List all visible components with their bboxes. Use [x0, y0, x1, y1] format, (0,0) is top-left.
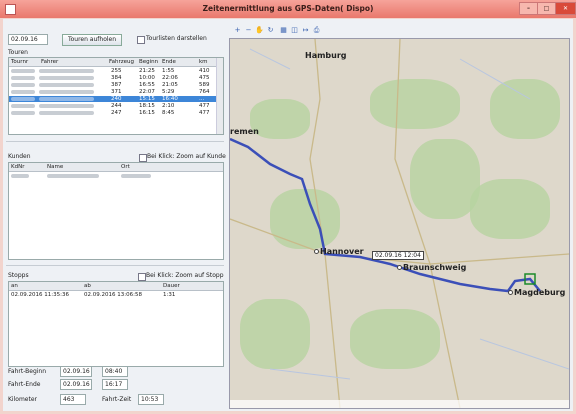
col-tournr[interactable]: Tournr [11, 59, 28, 65]
col-kdnr[interactable]: KdNr [11, 164, 24, 170]
map-status-bar [230, 400, 569, 408]
city-magdeburg[interactable]: Magdeburg [508, 288, 565, 297]
table-row[interactable]: 255 21:25 1:55 410 [9, 68, 223, 74]
table-row-selected[interactable]: 240 15:15 16:40... [9, 96, 223, 102]
table-row[interactable] [9, 173, 223, 179]
kilometer-value[interactable]: 463 [60, 394, 86, 405]
zoom-out-icon[interactable]: − [244, 26, 253, 35]
table-row[interactable]: 371 22:07 5:29 764 [9, 89, 223, 95]
minimize-button[interactable]: – [519, 2, 538, 15]
layers-icon[interactable]: ◫ [290, 26, 299, 35]
close-button[interactable]: ✕ [555, 2, 576, 15]
map-toolbar: + − ✋ ↻ ▦ ◫ ↦ ⎙ [229, 26, 568, 37]
tours-scrollbar[interactable] [216, 58, 223, 134]
zoom-in-icon[interactable]: + [233, 26, 242, 35]
window-title: Zeitenermittlung aus GPS-Daten( Dispo) [202, 4, 374, 13]
col-an[interactable]: an [11, 283, 18, 289]
grid-icon[interactable]: ▦ [279, 26, 288, 35]
ruler-icon[interactable]: ↦ [301, 26, 310, 35]
load-tours-button[interactable]: Touren aufholen [62, 34, 122, 46]
customers-section-label: Kunden [8, 153, 31, 160]
print-icon[interactable]: ⎙ [312, 26, 321, 35]
position-callout: 02.09.16 12:04 [372, 251, 424, 260]
trip-start-label: Fahrt-Beginn [8, 368, 47, 375]
col-fahrzeug[interactable]: Fahrzeug [109, 59, 134, 65]
city-hannover[interactable]: Hannover [314, 247, 364, 256]
table-row[interactable]: 387 16:55 21:05 589 [9, 82, 223, 88]
tours-table: Tournr Fahrer Fahrzeug Beginn Ende km 25… [8, 57, 224, 135]
col-ort[interactable]: Ort [121, 164, 130, 170]
table-row[interactable]: 244 18:15 2:10 477 [9, 103, 223, 109]
trip-time-label: Fahrt-Zeit [102, 396, 132, 403]
divider [6, 265, 224, 266]
show-tourlists-label: Tourlisten darstellen [146, 35, 207, 42]
pan-icon[interactable]: ✋ [255, 26, 264, 35]
city-bremen[interactable]: remen [230, 127, 259, 136]
date-input[interactable]: 02.09.16 [8, 34, 48, 45]
customers-table-header: KdNr Name Ort [9, 163, 223, 172]
title-bar: Zeitenermittlung aus GPS-Daten( Dispo) –… [0, 0, 576, 18]
kilometer-label: Kilometer [8, 396, 37, 403]
zoom-stop-checkbox[interactable] [138, 273, 146, 281]
zoom-customer-label: Bei Klick: Zoom auf Kunde [147, 153, 226, 160]
divider [6, 141, 224, 142]
zoom-customer-checkbox[interactable] [139, 154, 147, 162]
trip-start-date[interactable]: 02.09.16 [60, 366, 92, 377]
show-tourlists-checkbox[interactable] [137, 36, 145, 44]
table-row[interactable]: 384 10:00 22:06 475 [9, 75, 223, 81]
tours-table-header: Tournr Fahrer Fahrzeug Beginn Ende km [9, 58, 223, 67]
col-ende[interactable]: Ende [162, 59, 176, 65]
trip-end-time[interactable]: 16:17 [102, 379, 128, 390]
col-ab[interactable]: ab [84, 283, 91, 289]
table-row[interactable]: 02.09.2016 11:35:36 02.09.2016 13:06:58 … [9, 292, 223, 298]
col-beginn[interactable]: Beginn [139, 59, 158, 65]
route-line [230, 137, 541, 293]
stops-table-header: an ab Dauer [9, 282, 223, 291]
map-view[interactable]: Hamburg remen Hannover Braunschweig Magd… [229, 38, 570, 409]
map-roads [230, 39, 569, 408]
tours-section-label: Touren [8, 49, 28, 56]
trip-end-label: Fahrt-Ende [8, 381, 41, 388]
city-braunschweig[interactable]: Braunschweig [397, 263, 466, 272]
customers-table: KdNr Name Ort [8, 162, 224, 260]
col-fahrer[interactable]: Fahrer [41, 59, 58, 65]
trip-time-value[interactable]: 10:53 [138, 394, 164, 405]
trip-start-time[interactable]: 08:40 [102, 366, 128, 377]
table-row[interactable]: 247 16:15 8:45 477 [9, 110, 223, 116]
maximize-button[interactable]: □ [537, 2, 556, 15]
col-dauer[interactable]: Dauer [163, 283, 180, 289]
stops-table: an ab Dauer 02.09.2016 11:35:36 02.09.20… [8, 281, 224, 367]
left-panel: 02.09.16 Touren aufholen Tourlisten dars… [6, 20, 226, 410]
col-km[interactable]: km [199, 59, 208, 65]
trip-end-date[interactable]: 02.09.16 [60, 379, 92, 390]
refresh-icon[interactable]: ↻ [266, 26, 275, 35]
city-hamburg[interactable]: Hamburg [305, 51, 347, 60]
col-name[interactable]: Name [47, 164, 63, 170]
stops-section-label: Stopps [8, 272, 29, 279]
zoom-stop-label: Bei Klick: Zoom auf Stopp [146, 272, 224, 279]
